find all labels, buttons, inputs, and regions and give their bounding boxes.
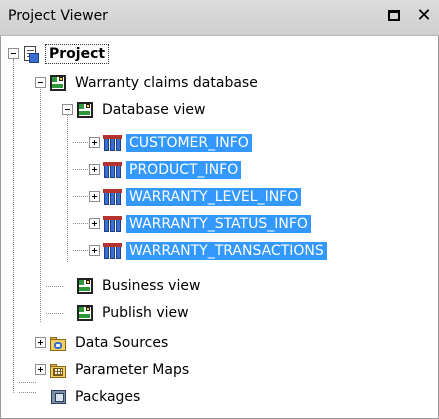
query-subject-icon <box>102 241 122 261</box>
data-sources-expand-toggle[interactable] <box>35 337 46 348</box>
tree-node-warranty-level-info[interactable]: WARRANTY_LEVEL_INFO <box>102 184 302 210</box>
parameter-maps-expand-toggle[interactable] <box>35 364 46 375</box>
tree-node-label: Project <box>45 44 110 64</box>
close-icon: ✕ <box>416 5 432 26</box>
tree-node-label: WARRANTY_STATUS_INFO <box>126 215 311 233</box>
tree-node-business-view[interactable]: Business view <box>75 273 203 299</box>
tree-node-project[interactable]: Project <box>21 41 110 67</box>
tree-node-publish-view[interactable]: Publish view <box>75 300 192 326</box>
tree-node-product-info[interactable]: PRODUCT_INFO <box>102 157 242 183</box>
warranty-transactions-expand-toggle[interactable] <box>89 245 100 256</box>
query-subject-icon <box>102 187 122 207</box>
tree-node-label: WARRANTY_LEVEL_INFO <box>126 188 302 206</box>
customer-info-expand-toggle[interactable] <box>89 137 100 148</box>
tree-node-warranty-status-info[interactable]: WARRANTY_STATUS_INFO <box>102 211 311 237</box>
tree-node-label: CUSTOMER_INFO <box>126 134 252 152</box>
model-icon <box>48 73 68 93</box>
tree-node-label: Data Sources <box>75 335 169 351</box>
tree-node-customer-info[interactable]: CUSTOMER_INFO <box>102 130 252 156</box>
tree-node-label: Packages <box>75 389 141 405</box>
namespace-icon <box>75 100 95 120</box>
title-bar-buttons: ✕ <box>385 5 433 27</box>
tree-node-label: Business view <box>102 278 201 294</box>
project-viewer-window: Project Viewer ✕ Project Warranty claims… <box>0 0 439 419</box>
warranty-status-info-expand-toggle[interactable] <box>89 218 100 229</box>
database-view-collapse-toggle[interactable] <box>62 104 73 115</box>
tree-node-parameter-maps[interactable]: Parameter Maps <box>48 357 192 383</box>
model-collapse-toggle[interactable] <box>35 77 46 88</box>
tree-node-label: PRODUCT_INFO <box>126 161 242 179</box>
tree-node-warranty-transactions[interactable]: WARRANTY_TRANSACTIONS <box>102 238 327 264</box>
data-sources-folder-icon <box>48 333 68 353</box>
tree-node-label: Database view <box>102 102 206 118</box>
maximize-icon <box>388 10 400 21</box>
namespace-icon <box>75 303 95 323</box>
close-button[interactable]: ✕ <box>415 5 433 27</box>
project-icon <box>21 44 41 64</box>
project-tree: Project Warranty claims database Databas… <box>0 36 439 419</box>
tree-node-label: WARRANTY_TRANSACTIONS <box>126 242 327 260</box>
parameter-maps-folder-icon <box>48 360 68 380</box>
window-title: Project Viewer <box>8 8 108 24</box>
query-subject-icon <box>102 214 122 234</box>
tree-node-data-sources[interactable]: Data Sources <box>48 330 171 356</box>
title-bar: Project Viewer ✕ <box>0 0 439 36</box>
tree-node-label: Parameter Maps <box>75 362 190 378</box>
query-subject-icon <box>102 160 122 180</box>
namespace-icon <box>75 276 95 296</box>
query-subject-icon <box>102 133 122 153</box>
packages-icon <box>48 387 68 407</box>
product-info-expand-toggle[interactable] <box>89 164 100 175</box>
maximize-button[interactable] <box>385 5 403 27</box>
tree-node-label: Publish view <box>102 305 189 321</box>
project-collapse-toggle[interactable] <box>8 48 19 59</box>
tree-node-warranty-claims-database[interactable]: Warranty claims database <box>48 70 261 96</box>
tree-node-label: Warranty claims database <box>75 75 258 91</box>
tree-node-database-view[interactable]: Database view <box>75 97 209 123</box>
tree-node-packages[interactable]: Packages <box>48 384 143 410</box>
warranty-level-info-expand-toggle[interactable] <box>89 191 100 202</box>
